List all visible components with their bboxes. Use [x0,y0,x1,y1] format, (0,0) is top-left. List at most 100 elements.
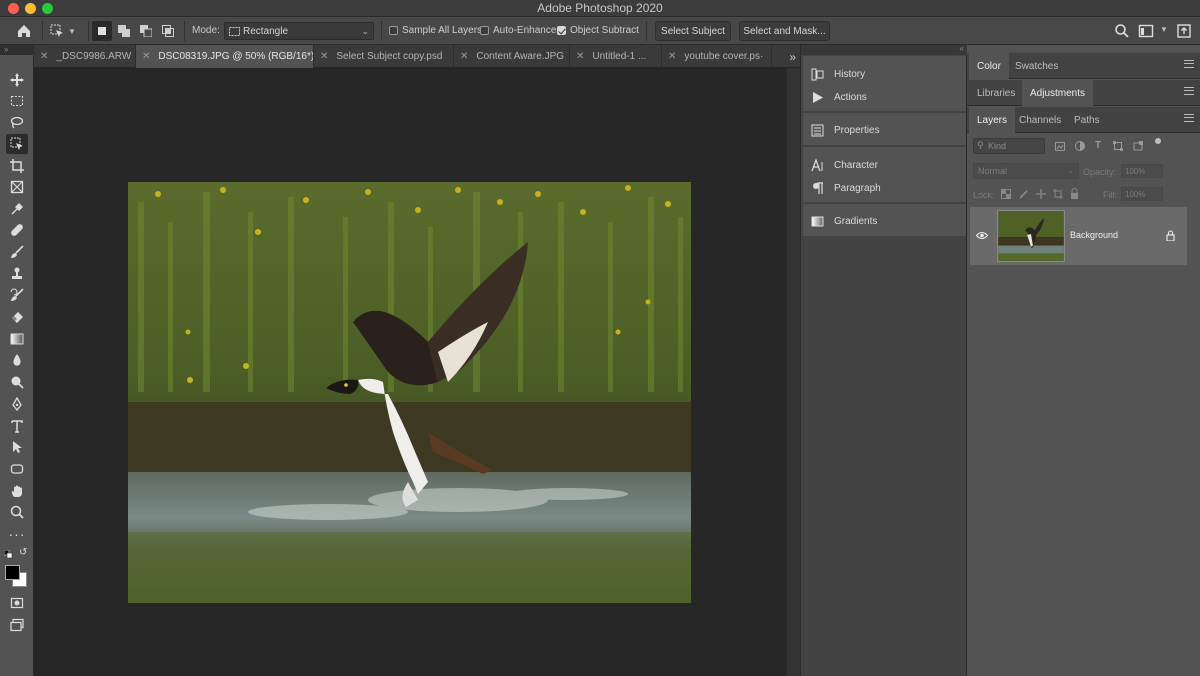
lock-all-icon[interactable] [1070,188,1079,199]
shape-tool[interactable] [6,459,28,479]
tab-adjustments[interactable]: Adjustments [1022,80,1094,106]
eye-icon[interactable] [976,231,988,240]
share-icon[interactable] [1176,23,1192,39]
edit-toolbar-button[interactable]: ··· [6,524,28,544]
swap-colors-icon[interactable]: ↺ [19,547,27,558]
adjustment-filter-icon[interactable] [1075,141,1085,151]
lock-transparent-icon[interactable] [1001,189,1011,199]
tab-dsc9986[interactable]: ✕ _DSC9986.ARW [34,45,136,68]
intersect-selection-button[interactable] [158,21,178,41]
tab-libraries[interactable]: Libraries [969,80,1023,106]
layer-row-background[interactable]: Background [970,207,1187,265]
close-icon[interactable]: ✕ [40,51,48,62]
quick-mask-button[interactable] [6,593,28,613]
close-icon[interactable]: ✕ [142,51,150,62]
select-and-mask-button[interactable]: Select and Mask... [739,21,830,41]
mode-dropdown[interactable]: Rectangle ⌄ [224,22,374,40]
marquee-tool[interactable] [6,91,28,111]
toolbar-header[interactable]: » [0,45,34,55]
object-selection-tool[interactable] [6,134,28,154]
crop-tool[interactable] [6,156,28,176]
tool-preset-picker[interactable]: ▼ [50,22,84,40]
gradient-tool[interactable] [6,329,28,349]
dodge-tool[interactable] [6,372,28,392]
sample-all-layers-checkbox[interactable]: Sample All Layers [389,25,482,36]
tab-untitled-1[interactable]: ✕ Untitled-1 ... [570,45,662,68]
close-icon[interactable]: ✕ [460,51,468,62]
foreground-color-swatch[interactable] [5,565,20,580]
hand-tool[interactable] [6,481,28,501]
clone-stamp-tool[interactable] [6,264,28,284]
tab-paths[interactable]: Paths [1066,107,1108,133]
blend-mode-dropdown[interactable]: Normal ⌄ [973,163,1079,179]
pen-tool[interactable] [6,394,28,414]
document-image[interactable] [128,182,691,603]
object-selection-icon [10,137,23,150]
lock-pixels-icon[interactable] [1019,189,1029,199]
properties-panel-button[interactable]: Properties [811,124,880,137]
tab-color[interactable]: Color [969,53,1009,79]
tab-dsc08319[interactable]: ✕ DSC08319.JPG @ 50% (RGB/16*) [136,45,314,68]
panel-menu-icon[interactable] [1184,60,1194,68]
add-to-selection-button[interactable] [114,21,134,41]
filter-toggle-icon[interactable] [1155,138,1161,144]
divider [646,21,647,41]
gradients-panel-button[interactable]: Gradients [811,215,877,228]
healing-brush-tool[interactable] [6,220,28,240]
smart-object-filter-icon[interactable] [1133,141,1143,151]
tab-layers[interactable]: Layers [969,107,1016,133]
zoom-tool[interactable] [6,502,28,522]
close-icon[interactable]: ✕ [668,51,676,62]
history-panel-button[interactable]: History [811,68,865,81]
frame-tool[interactable] [6,177,28,197]
brush-tool[interactable] [6,242,28,262]
path-selection-tool[interactable] [6,437,28,457]
home-icon[interactable] [15,22,33,40]
shape-filter-icon[interactable] [1113,141,1123,151]
close-icon[interactable]: ✕ [576,51,584,62]
eraser-tool[interactable] [6,307,28,327]
tab-select-subject-copy[interactable]: ✕ Select Subject copy.psd [314,45,454,68]
tab-swatches[interactable]: Swatches [1007,53,1066,79]
type-filter-icon[interactable]: T [1095,140,1101,151]
fill-input[interactable]: 100% [1121,187,1163,201]
type-icon [11,420,23,433]
search-icon[interactable] [1114,23,1130,39]
vertical-scrollbar[interactable] [786,68,800,676]
canvas-area[interactable] [34,68,786,676]
crop-icon [10,159,24,173]
object-subtract-checkbox[interactable]: Object Subtract [557,25,639,36]
tab-channels[interactable]: Channels [1011,107,1069,133]
type-tool[interactable] [6,416,28,436]
history-brush-tool[interactable] [6,285,28,305]
default-colors-icon[interactable] [4,550,13,559]
panel-group-character: Character Paragraph [803,147,966,202]
chevron-down-icon[interactable]: ▼ [1160,25,1168,34]
new-selection-button[interactable] [92,21,112,41]
eyedropper-tool[interactable] [6,199,28,219]
tab-content-aware[interactable]: ✕ Content Aware.JPG [454,45,570,68]
layer-filter-input[interactable]: ⚲ Kind [973,138,1045,154]
character-panel-button[interactable]: Character [811,159,878,172]
screen-mode-button[interactable] [6,615,28,635]
actions-panel-button[interactable]: Actions [811,91,867,104]
move-tool[interactable] [6,70,28,90]
panel-menu-icon[interactable] [1184,114,1194,122]
workspace-icon[interactable] [1138,23,1154,39]
auto-enhance-checkbox[interactable]: Auto-Enhance [480,25,556,36]
close-icon[interactable]: ✕ [320,51,328,62]
paragraph-panel-button[interactable]: Paragraph [811,182,881,195]
lock-position-icon[interactable] [1036,189,1046,199]
lock-artboard-icon[interactable] [1053,189,1063,199]
blur-tool[interactable] [6,350,28,370]
tab-overflow-icon[interactable]: » [789,50,796,64]
lasso-tool[interactable] [6,112,28,132]
pixel-filter-icon[interactable] [1055,142,1065,151]
tab-youtube-cover[interactable]: ✕ youtube cover.ps· [662,45,772,68]
panel-menu-icon[interactable] [1184,87,1194,95]
subtract-from-selection-button[interactable] [136,21,156,41]
pen-icon [12,397,22,411]
select-subject-button[interactable]: Select Subject [655,21,731,41]
panel-dock-header[interactable]: « [801,44,968,55]
opacity-input[interactable]: 100% [1121,164,1163,178]
